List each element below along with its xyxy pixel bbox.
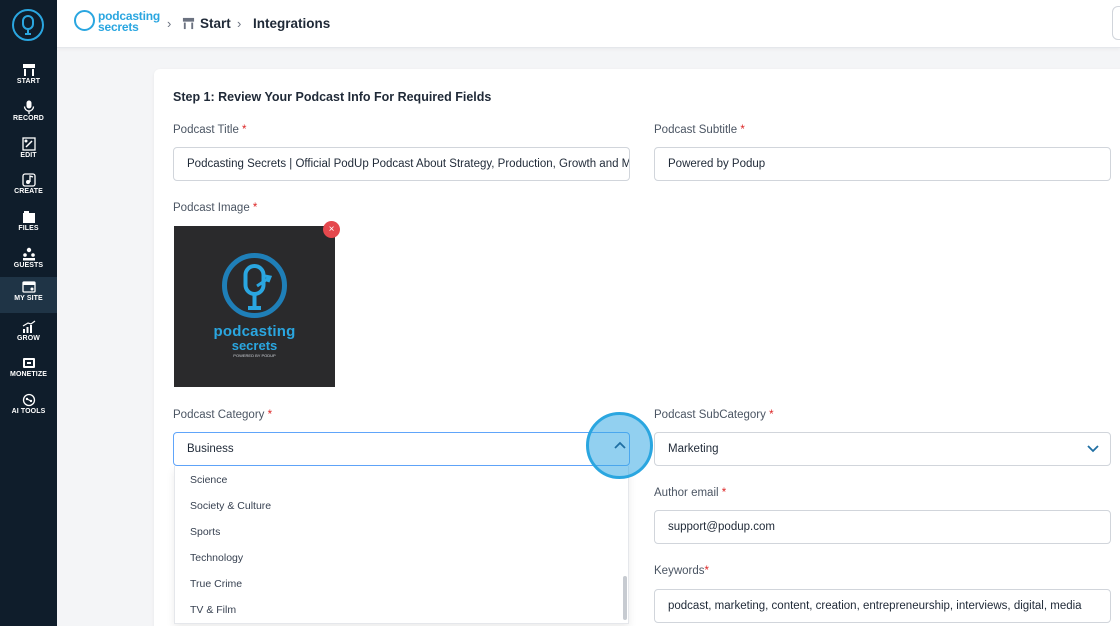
breadcrumb-start[interactable]: Start: [200, 16, 231, 31]
podcast-logo-icon: [222, 253, 287, 318]
top-right-button[interactable]: [1112, 6, 1120, 40]
category-dropdown-toggle[interactable]: [586, 412, 653, 479]
category-option[interactable]: Science: [190, 474, 227, 486]
sidebar: START RECORD EDIT CREATE FILES GUESTS MY…: [0, 0, 57, 626]
sidebar-item-label: START: [16, 78, 41, 85]
edit-icon: [21, 137, 36, 151]
sidebar-item-guests[interactable]: GUESTS: [0, 244, 57, 280]
category-label: Podcast Category *: [173, 409, 273, 421]
sidebar-item-label: MY SITE: [14, 295, 43, 302]
sidebar-item-create[interactable]: CREATE: [0, 170, 57, 206]
podcast-subcategory-select[interactable]: Marketing: [654, 432, 1111, 466]
start-breadcrumb-icon: [182, 17, 195, 30]
app-logo-icon[interactable]: [12, 9, 44, 41]
brand-line-2: secrets: [98, 20, 139, 34]
site-icon: [21, 281, 36, 293]
sidebar-item-label: MONETIZE: [10, 371, 47, 378]
category-option[interactable]: Sports: [190, 526, 220, 538]
category-option[interactable]: Society & Culture: [190, 500, 271, 512]
files-icon: [22, 211, 35, 223]
category-option[interactable]: True Crime: [190, 578, 242, 590]
sidebar-item-label: RECORD: [13, 115, 44, 122]
chevron-right-icon: ›: [167, 16, 172, 31]
author-email-input[interactable]: support@podup.com: [654, 510, 1111, 544]
category-option[interactable]: Technology: [190, 552, 243, 564]
subtitle-label: Podcast Subtitle *: [654, 124, 745, 136]
author-email-label: Author email *: [654, 487, 727, 499]
category-dropdown-list: Science Society & Culture Sports Technol…: [174, 466, 629, 624]
keywords-input[interactable]: podcast, marketing, content, creation, e…: [654, 589, 1111, 623]
image-brand-line-2: secrets: [231, 338, 278, 353]
brand-logo[interactable]: podcasting secrets: [74, 9, 164, 35]
dropdown-scrollbar[interactable]: [623, 576, 627, 620]
top-bar: podcasting secrets › Start › Integration…: [57, 0, 1120, 48]
mic-icon: [23, 100, 34, 114]
sidebar-item-files[interactable]: FILES: [0, 207, 57, 243]
subcategory-label: Podcast SubCategory *: [654, 409, 774, 421]
sidebar-item-edit[interactable]: EDIT: [0, 134, 57, 170]
sidebar-item-start[interactable]: START: [0, 60, 57, 96]
breadcrumb-current: Integrations: [253, 16, 331, 31]
title-label: Podcast Title *: [173, 124, 247, 136]
ai-tools-icon: [22, 393, 35, 407]
step-title: Step 1: Review Your Podcast Info For Req…: [173, 90, 492, 104]
sidebar-item-monetize[interactable]: MONETIZE: [0, 353, 57, 389]
podcast-title-input[interactable]: Podcasting Secrets | Official PodUp Podc…: [173, 147, 630, 181]
sidebar-item-ai-tools[interactable]: AI TOOLS: [0, 390, 57, 426]
guests-icon: [22, 247, 35, 261]
remove-image-button[interactable]: ×: [323, 221, 340, 238]
sidebar-item-grow[interactable]: GROW: [0, 317, 57, 353]
sidebar-item-record[interactable]: RECORD: [0, 97, 57, 133]
podcast-subtitle-input[interactable]: Powered by Podup: [654, 147, 1111, 181]
sidebar-item-my-site[interactable]: MY SITE: [0, 277, 57, 313]
sidebar-item-label: EDIT: [20, 152, 37, 159]
chevron-down-icon: [1087, 445, 1099, 453]
podcast-category-select[interactable]: Business: [173, 432, 630, 466]
chevron-up-icon: [614, 441, 626, 449]
sidebar-item-label: GROW: [17, 335, 40, 342]
sidebar-item-label: AI TOOLS: [11, 408, 46, 415]
podcast-image: podcasting secrets POWERED BY PODUP: [174, 226, 335, 387]
category-option[interactable]: TV & Film: [190, 604, 236, 616]
brand-logo-icon: [74, 10, 95, 31]
sidebar-item-label: FILES: [18, 225, 39, 232]
chevron-right-icon: ›: [237, 16, 242, 31]
grow-icon: [22, 320, 35, 333]
create-icon: [21, 173, 36, 187]
start-icon: [22, 64, 35, 76]
monetize-icon: [22, 358, 35, 368]
sidebar-item-label: GUESTS: [13, 262, 44, 269]
image-label: Podcast Image *: [173, 202, 258, 214]
sidebar-item-label: CREATE: [14, 188, 43, 195]
keywords-label: Keywords*: [654, 565, 709, 577]
image-brand-line-3: POWERED BY PODUP: [233, 353, 276, 358]
